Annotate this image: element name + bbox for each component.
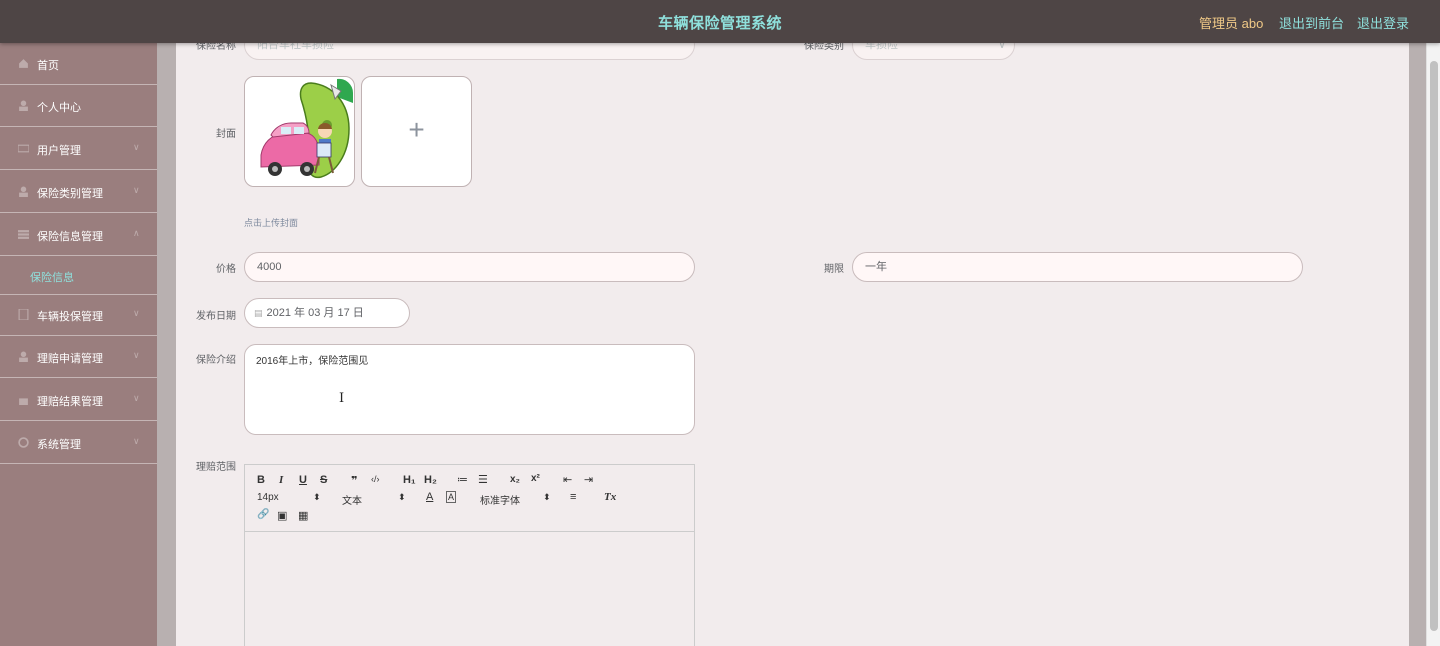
car-cartoon-image [245, 77, 354, 186]
font-family-arrow-icon: ⬍ [543, 492, 551, 502]
sidebar-item-vehicle-mgmt[interactable]: 车辆投保管理 ∨ [0, 294, 157, 336]
main-content: 保险名称 阳台车社车损险 保险类别 车损险 ∨ 封面 + 点击上传封面 价格 4… [176, 43, 1409, 646]
user-icon [19, 100, 28, 111]
align-button[interactable]: ≡ [570, 491, 576, 503]
intro-label: 保险介绍 [196, 355, 236, 366]
current-user-label: 管理员 abo [1199, 16, 1264, 31]
sidebar-item-info-mgmt[interactable]: 保险信息管理 ∧ [0, 214, 157, 256]
chevron-down-icon: ∨ [133, 436, 140, 446]
insurance-name-label: 保险名称 [196, 43, 236, 52]
font-size-arrow-icon: ⬍ [313, 492, 321, 502]
calendar-icon: ▤ [254, 308, 263, 318]
sidebar-item-label: 用户管理 [37, 145, 81, 157]
insurance-category-value: 车损险 [865, 43, 898, 51]
strike-button[interactable]: S [320, 474, 327, 486]
user-icon [19, 351, 28, 362]
outdent-button[interactable]: ⇤ [563, 473, 572, 486]
document-icon [18, 309, 29, 320]
sidebar-item-label: 车辆投保管理 [37, 311, 103, 323]
sidebar-item-category-mgmt[interactable]: 保险类别管理 ∨ [0, 171, 157, 213]
home-icon [19, 59, 28, 68]
link-button[interactable]: 🔗 [257, 509, 269, 520]
period-label: 期限 [824, 264, 844, 275]
price-input[interactable]: 4000 [244, 252, 695, 282]
italic-button[interactable]: I [279, 474, 283, 486]
sidebar-item-system[interactable]: 系统管理 ∨ [0, 422, 157, 464]
sidebar-item-claim-result[interactable]: 理赔结果管理 ∨ [0, 379, 157, 421]
gear-icon [18, 437, 29, 448]
scrollbar-thumb[interactable] [1430, 61, 1438, 631]
vertical-scrollbar[interactable] [1426, 43, 1440, 646]
intro-textarea[interactable]: 2016年上市，保险范围见 [244, 344, 695, 435]
editor-toolbar: B I U S ❞ ‹/› H₁ H₂ ≔ ☰ x₂ x² ⇤ ⇥ 14px ⬍… [245, 465, 694, 532]
cover-label: 封面 [216, 129, 236, 140]
back-to-front-link[interactable]: 退出到前台 [1279, 13, 1344, 32]
insurance-name-input[interactable]: 阳台车社车损险 [244, 43, 695, 60]
sidebar-item-label: 保险类别管理 [37, 188, 103, 200]
sidebar-item-claim-apply[interactable]: 理赔申请管理 ∨ [0, 336, 157, 378]
list-icon [18, 230, 29, 239]
chevron-down-icon: ∨ [133, 308, 140, 318]
paragraph-arrow-icon: ⬍ [398, 492, 406, 502]
insurance-category-label: 保险类别 [804, 43, 844, 52]
ordered-list-button[interactable]: ≔ [457, 473, 468, 486]
bullet-list-button[interactable]: ☰ [478, 473, 488, 486]
text-cursor-icon: I [339, 391, 345, 406]
logout-link[interactable]: 退出登录 [1357, 13, 1409, 32]
publish-date-picker[interactable]: ▤ 2021 年 03 月 17 日 [244, 298, 410, 328]
indent-button[interactable]: ⇥ [584, 473, 593, 486]
clean-format-button[interactable]: Tx [604, 491, 616, 503]
chevron-down-icon: ∨ [133, 350, 140, 360]
price-label: 价格 [216, 264, 236, 275]
sidebar-item-label: 首页 [37, 60, 59, 72]
editor-content-area[interactable] [245, 532, 694, 646]
subscript-button[interactable]: x₂ [510, 474, 520, 485]
plus-icon: + [408, 114, 425, 145]
publish-date-label: 发布日期 [196, 311, 236, 322]
claim-scope-label: 理赔范围 [196, 462, 236, 473]
sidebar-item-profile[interactable]: 个人中心 [0, 85, 157, 127]
chevron-down-icon: ∨ [133, 142, 140, 152]
chevron-down-icon: ∨ [133, 393, 140, 403]
sidebar-item-user-mgmt[interactable]: 用户管理 ∨ [0, 128, 157, 170]
sidebar-item-home[interactable]: 首页 [0, 43, 157, 85]
insurance-category-select[interactable]: 车损险 ∨ [852, 43, 1015, 60]
sidebar-item-label: 个人中心 [37, 102, 81, 114]
text-color-button[interactable]: A [426, 491, 433, 503]
sidebar-item-label: 保险信息管理 [37, 231, 103, 243]
code-block-button[interactable]: ‹/› [371, 474, 380, 484]
h1-button[interactable]: H₁ [403, 474, 416, 486]
chevron-up-icon: ∧ [133, 228, 140, 238]
thumb-icon [19, 398, 28, 405]
publish-date-value: 2021 年 03 月 17 日 [266, 307, 364, 319]
cover-upload-button[interactable]: + [361, 76, 472, 187]
sidebar: 首页 个人中心 用户管理 ∨ 保险类别管理 ∨ 保险信息管理 ∧ 保险信息 车辆… [0, 43, 157, 646]
chevron-down-icon: ∨ [133, 185, 140, 195]
video-button[interactable]: ▦ [298, 509, 308, 522]
sidebar-item-label: 理赔结果管理 [37, 396, 103, 408]
background-color-button[interactable]: A [446, 491, 457, 503]
blockquote-button[interactable]: ❞ [351, 474, 357, 487]
sidebar-item-label: 理赔申请管理 [37, 353, 103, 365]
sidebar-item-label: 系统管理 [37, 439, 81, 451]
sidebar-subitem-label: 保险信息 [30, 272, 74, 284]
superscript-button[interactable]: x² [531, 473, 540, 484]
user-icon [19, 186, 28, 197]
bold-button[interactable]: B [257, 474, 265, 486]
image-button[interactable]: ▣ [277, 509, 287, 522]
underline-button[interactable]: U [299, 474, 307, 486]
cover-image-thumbnail[interactable] [244, 76, 355, 187]
users-icon [18, 144, 29, 153]
font-size-select[interactable]: 14px [257, 492, 279, 503]
top-navbar: 车辆保险管理系统 管理员 abo 退出到前台 退出登录 [0, 0, 1440, 43]
rich-text-editor: B I U S ❞ ‹/› H₁ H₂ ≔ ☰ x₂ x² ⇤ ⇥ 14px ⬍… [244, 464, 695, 646]
h2-button[interactable]: H₂ [424, 474, 437, 486]
font-family-select[interactable]: 标准字体 [480, 492, 520, 507]
chevron-down-icon: ∨ [997, 43, 1006, 51]
period-input[interactable]: 一年 [852, 252, 1303, 282]
paragraph-select[interactable]: 文本 [342, 492, 362, 507]
cover-upload-tip: 点击上传封面 [244, 218, 299, 228]
sidebar-subitem-insurance-info[interactable]: 保险信息 [0, 256, 157, 295]
